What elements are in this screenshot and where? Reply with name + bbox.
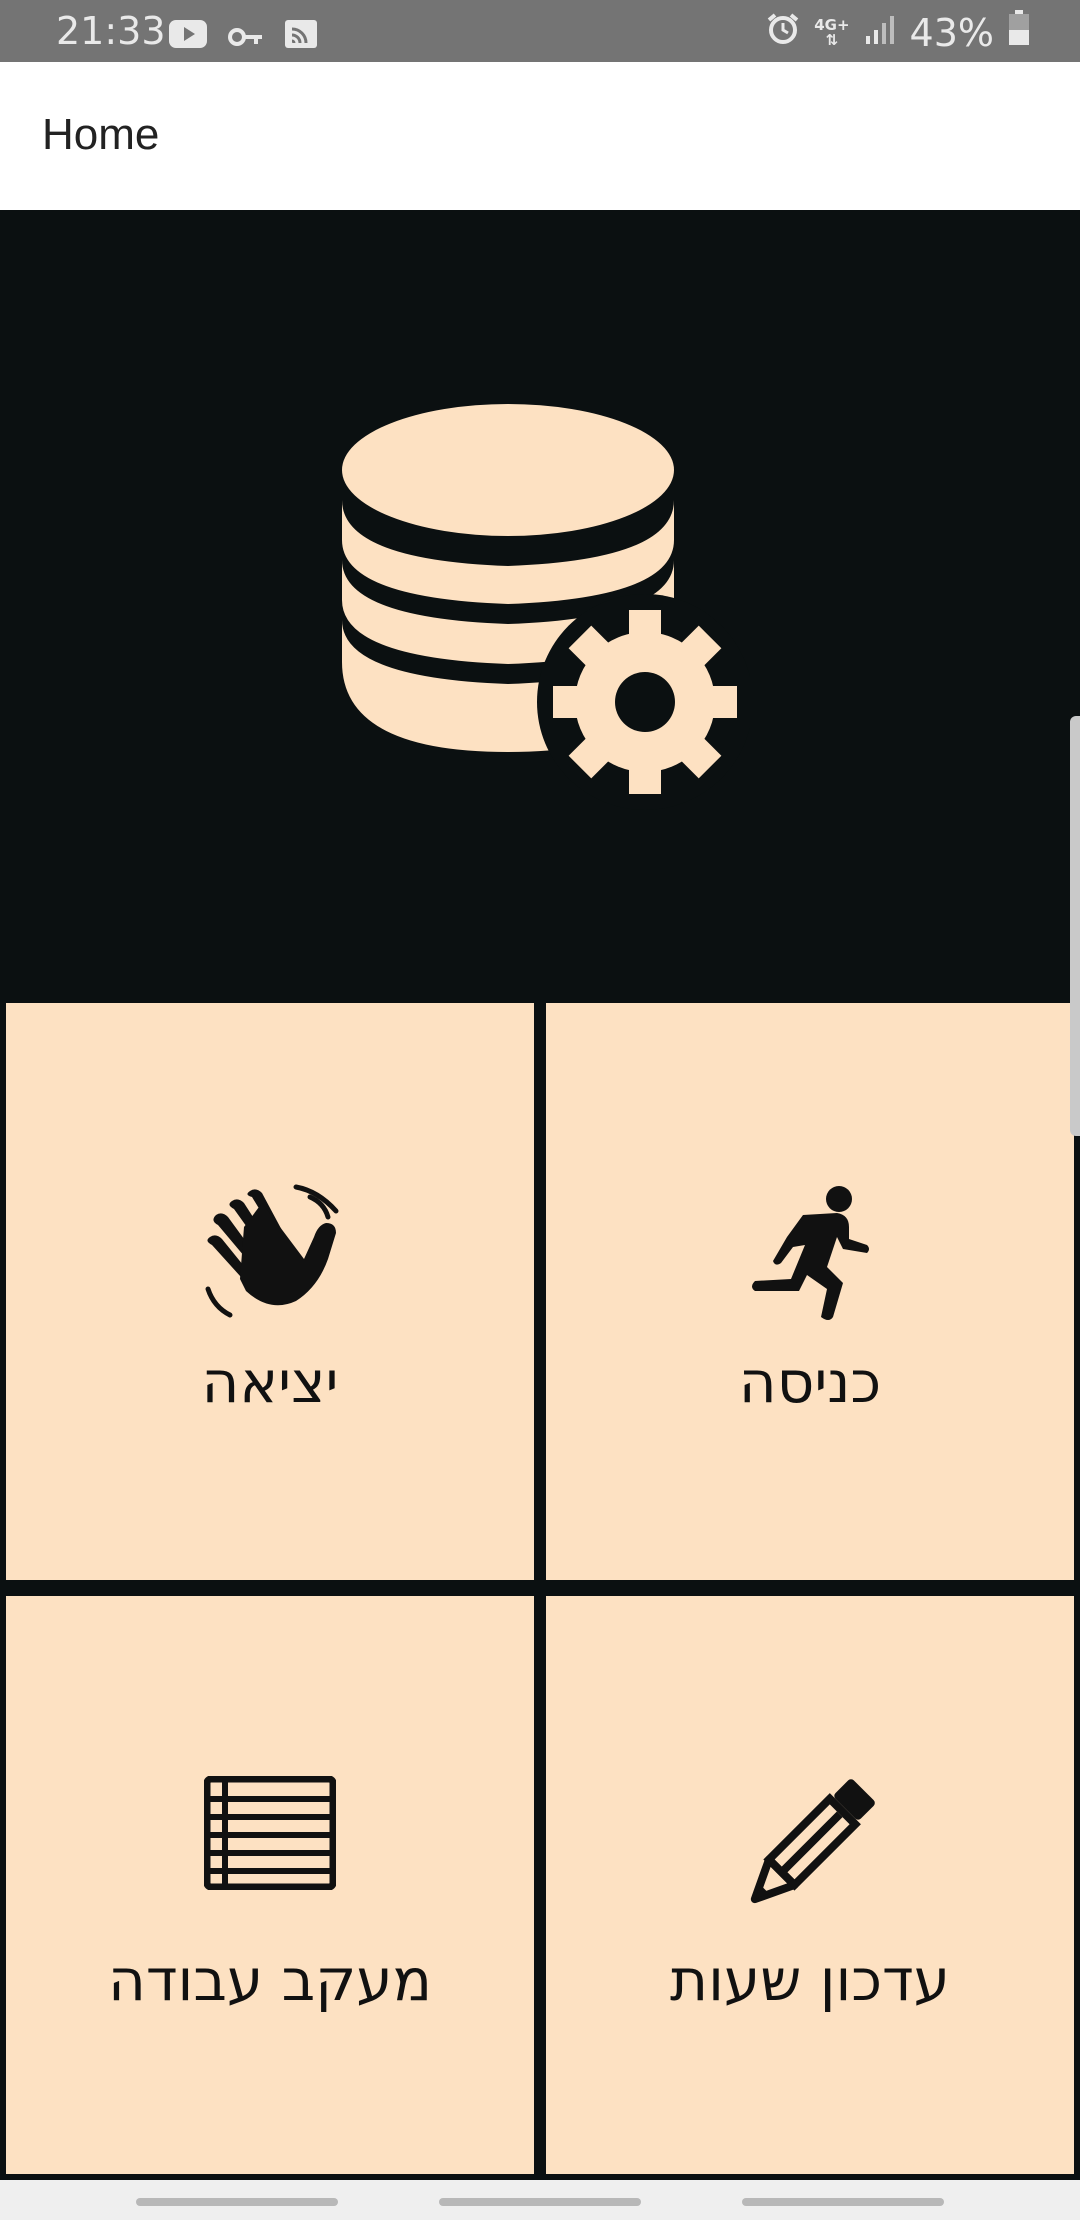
network-type: 4G+ bbox=[814, 15, 850, 34]
update-hours-tile[interactable]: עדכון שעות bbox=[546, 1596, 1074, 2174]
youtube-icon bbox=[168, 14, 208, 58]
work-tracking-tile[interactable]: מעקב עבודה bbox=[6, 1596, 534, 2174]
nav-recents-button[interactable] bbox=[136, 2198, 338, 2206]
hero-banner bbox=[0, 210, 1080, 1002]
enter-tile[interactable]: כניסה bbox=[546, 1003, 1074, 1580]
status-time: 21:33 bbox=[56, 9, 166, 53]
battery-icon bbox=[1008, 10, 1030, 55]
enter-label: כניסה bbox=[738, 1348, 882, 1416]
key-icon bbox=[228, 14, 264, 58]
list-icon bbox=[203, 1775, 337, 1894]
work-tracking-label: מעקב עבודה bbox=[107, 1946, 432, 2014]
page-title: Home bbox=[42, 110, 160, 159]
status-bar: 21:33 4G+ ⇅ 43% bbox=[0, 0, 1080, 62]
battery-percentage: 43% bbox=[909, 10, 994, 55]
network-icon: 4G+ ⇅ bbox=[814, 15, 850, 49]
database-settings-icon bbox=[342, 404, 750, 810]
alarm-icon bbox=[766, 11, 800, 55]
nav-home-button[interactable] bbox=[439, 2198, 641, 2206]
app-bar: Home bbox=[0, 62, 1080, 210]
scroll-handle[interactable] bbox=[1070, 716, 1080, 1136]
cast-icon bbox=[284, 14, 318, 58]
running-person-icon bbox=[745, 1183, 875, 1327]
navigation-bar bbox=[0, 2180, 1080, 2220]
pencil-icon bbox=[742, 1776, 878, 1916]
update-hours-label: עדכון שעות bbox=[669, 1946, 950, 2014]
exit-tile[interactable]: יציאה bbox=[6, 1003, 534, 1580]
exit-label: יציאה bbox=[201, 1348, 339, 1416]
nav-back-button[interactable] bbox=[742, 2198, 944, 2206]
waving-hand-icon bbox=[200, 1183, 340, 1327]
signal-icon bbox=[864, 11, 896, 55]
